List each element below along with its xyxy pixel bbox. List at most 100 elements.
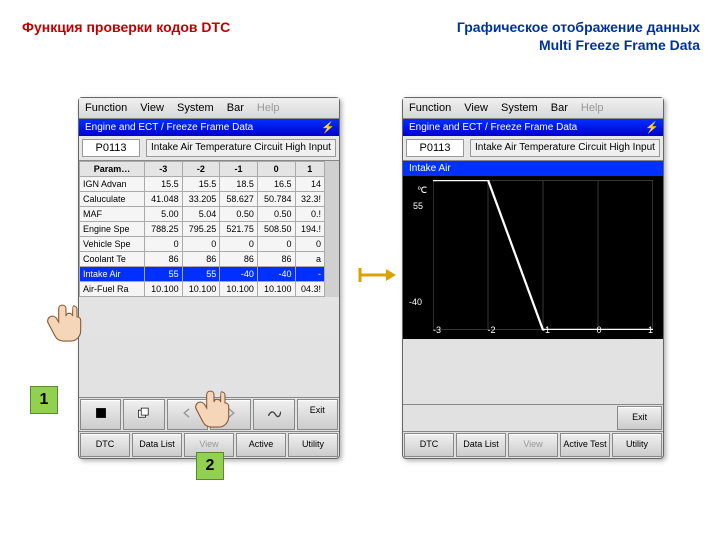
- toolbar-right: Exit DTC Data List View Active Test Util…: [403, 404, 663, 458]
- btn-data-list-r[interactable]: Data List: [456, 433, 506, 457]
- param-value: 10.100: [220, 282, 258, 297]
- table-row[interactable]: Vehicle Spe00000: [80, 237, 325, 252]
- menubar-right: Function View System Bar Help: [403, 98, 663, 119]
- param-value: 86: [145, 252, 183, 267]
- menubar-left: Function View System Bar Help: [79, 98, 339, 119]
- dtc-code-r: P0113: [406, 139, 464, 157]
- param-value: 86: [182, 252, 220, 267]
- graph-canvas: [433, 180, 653, 330]
- badge-1: 1: [30, 386, 58, 414]
- param-value: 0.!: [295, 207, 325, 222]
- btn-dtc[interactable]: DTC: [80, 433, 130, 457]
- menu-system-r[interactable]: System: [501, 102, 538, 114]
- table-row[interactable]: IGN Advan15.515.518.516.514: [80, 177, 325, 192]
- btn-exit-r[interactable]: Exit: [617, 406, 662, 430]
- title-left: Функция проверки кодов DTC: [22, 18, 230, 36]
- param-value: 5.04: [182, 207, 220, 222]
- btn-view-multi[interactable]: [123, 399, 164, 430]
- table-row[interactable]: Intake Air5555-40-40-: [80, 267, 325, 282]
- xtick-1: 1: [648, 325, 653, 335]
- param-value: 16.5: [257, 177, 295, 192]
- param-value: -: [295, 267, 325, 282]
- hand-icon-1: [44, 300, 88, 344]
- btn-exit[interactable]: Exit: [297, 399, 338, 430]
- param-name: IGN Advan: [80, 177, 145, 192]
- section-header-label-r: Engine and ECT / Freeze Frame Data: [409, 122, 577, 133]
- table-row[interactable]: Air-Fuel Ra10.10010.10010.10010.10004.3!: [80, 282, 325, 297]
- bolt-icon: ⚡: [321, 121, 335, 134]
- btn-data-list[interactable]: Data List: [132, 433, 182, 457]
- table-row[interactable]: Engine Spe788.25795.25521.75508.50194.!: [80, 222, 325, 237]
- graph-title: Intake Air: [403, 161, 663, 176]
- btn-utility[interactable]: Utility: [288, 433, 338, 457]
- param-value: 0: [295, 237, 325, 252]
- param-value: 0.50: [220, 207, 258, 222]
- param-value: 41.048: [145, 192, 183, 207]
- col-0[interactable]: 0: [257, 162, 295, 177]
- menu-view-r[interactable]: View: [464, 102, 488, 114]
- param-value: 788.25: [145, 222, 183, 237]
- param-value: -40: [220, 267, 258, 282]
- btn-active[interactable]: Active: [236, 433, 286, 457]
- param-value: 18.5: [220, 177, 258, 192]
- param-value: 50.784: [257, 192, 295, 207]
- btn-dtc-r[interactable]: DTC: [404, 433, 454, 457]
- menu-help-r[interactable]: Help: [581, 102, 604, 114]
- col-1[interactable]: 1: [295, 162, 325, 177]
- btn-view-bottom-r[interactable]: View: [508, 433, 558, 457]
- param-name: Intake Air: [80, 267, 145, 282]
- device-right: Function View System Bar Help Engine and…: [402, 97, 664, 459]
- bolt-icon-r: ⚡: [645, 121, 659, 134]
- menu-bar-r[interactable]: Bar: [551, 102, 568, 114]
- dtc-desc-r: Intake Air Temperature Circuit High Inpu…: [470, 139, 660, 157]
- section-header-left: Engine and ECT / Freeze Frame Data ⚡: [79, 119, 339, 136]
- col--2[interactable]: -2: [182, 162, 220, 177]
- param-value: 5.00: [145, 207, 183, 222]
- btn-view-single[interactable]: [80, 399, 121, 430]
- param-value: 0: [220, 237, 258, 252]
- freeze-frame-table: Param… -3 -2 -1 0 1 IGN Advan15.515.518.…: [79, 161, 325, 297]
- col-param[interactable]: Param…: [80, 162, 145, 177]
- table-row[interactable]: MAF5.005.040.500.500.!: [80, 207, 325, 222]
- param-value: 0: [257, 237, 295, 252]
- menu-view[interactable]: View: [140, 102, 164, 114]
- menu-function-r[interactable]: Function: [409, 102, 451, 114]
- dtc-code-row: P0113 Intake Air Temperature Circuit Hig…: [79, 136, 339, 161]
- btn-graph[interactable]: [253, 399, 294, 430]
- param-value: 10.100: [145, 282, 183, 297]
- param-value: 795.25: [182, 222, 220, 237]
- param-value: 0.50: [257, 207, 295, 222]
- section-header-label: Engine and ECT / Freeze Frame Data: [85, 122, 253, 133]
- col--3[interactable]: -3: [145, 162, 183, 177]
- graph-panel: Intake Air ℃ 55 -40 -3 -2 -1: [403, 161, 663, 339]
- param-value: 10.100: [182, 282, 220, 297]
- menu-system[interactable]: System: [177, 102, 214, 114]
- table-row[interactable]: Caluculate41.04833.20558.62750.78432.3!: [80, 192, 325, 207]
- param-name: MAF: [80, 207, 145, 222]
- menu-bar[interactable]: Bar: [227, 102, 244, 114]
- menu-function[interactable]: Function: [85, 102, 127, 114]
- graph-ymin: -40: [409, 297, 422, 307]
- menu-help[interactable]: Help: [257, 102, 280, 114]
- col--1[interactable]: -1: [220, 162, 258, 177]
- param-value: 0: [182, 237, 220, 252]
- btn-utility-r[interactable]: Utility: [612, 433, 662, 457]
- table-row[interactable]: Coolant Te86868686a: [80, 252, 325, 267]
- param-value: 33.205: [182, 192, 220, 207]
- param-value: 508.50: [257, 222, 295, 237]
- param-value: 55: [182, 267, 220, 282]
- param-value: 0: [145, 237, 183, 252]
- param-value: 55: [145, 267, 183, 282]
- xtick--2: -2: [487, 325, 495, 335]
- hand-icon-2: [192, 386, 236, 430]
- param-value: 32.3!: [295, 192, 325, 207]
- btn-active-r[interactable]: Active Test: [560, 433, 610, 457]
- param-value: 86: [257, 252, 295, 267]
- scrollbar[interactable]: [325, 161, 339, 297]
- title-right: Графическое отображение данных Multi Fre…: [440, 18, 700, 54]
- param-name: Coolant Te: [80, 252, 145, 267]
- param-value: 521.75: [220, 222, 258, 237]
- param-value: 58.627: [220, 192, 258, 207]
- arrow-icon: [358, 265, 396, 285]
- xtick--3: -3: [433, 325, 441, 335]
